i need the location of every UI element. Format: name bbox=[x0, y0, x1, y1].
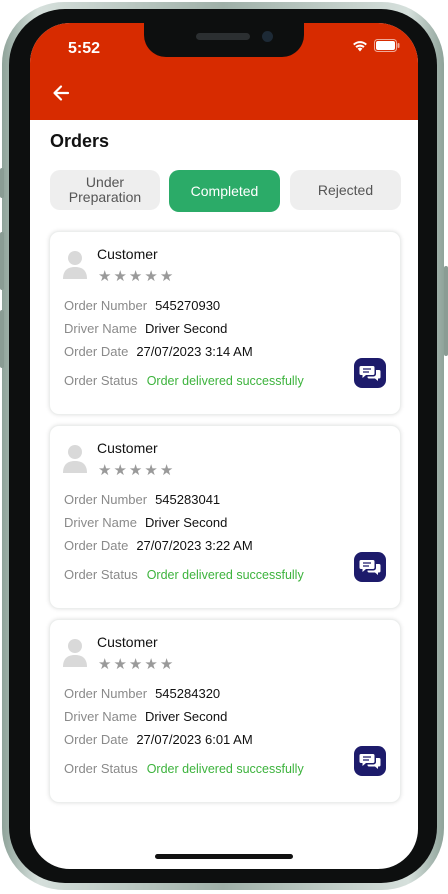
home-indicator[interactable] bbox=[155, 854, 293, 859]
order-card[interactable]: Customer ★ ★ ★ ★ ★ Order Number 545283041… bbox=[49, 425, 401, 609]
driver-name-value: Driver Second bbox=[144, 515, 228, 530]
order-number-label: Order Number bbox=[64, 298, 148, 313]
star-icon[interactable]: ★ bbox=[129, 461, 142, 479]
order-number-value: 545284320 bbox=[155, 686, 221, 701]
order-date-value: 27/07/2023 3:14 AM bbox=[136, 344, 253, 359]
star-icon[interactable]: ★ bbox=[160, 655, 173, 673]
chat-button[interactable] bbox=[354, 746, 386, 776]
order-date-label: Order Date bbox=[64, 344, 129, 359]
customer-name: Customer bbox=[97, 246, 158, 262]
notch bbox=[144, 23, 304, 57]
order-status-row: Order Status Order delivered successfully bbox=[64, 761, 304, 776]
driver-name-value: Driver Second bbox=[144, 709, 228, 724]
order-status-label: Order Status bbox=[64, 373, 138, 388]
order-tabs: Under Preparation Completed Rejected bbox=[50, 170, 401, 212]
star-icon[interactable]: ★ bbox=[144, 461, 157, 479]
star-icon[interactable]: ★ bbox=[144, 655, 157, 673]
power-button bbox=[444, 266, 448, 356]
order-date-row: Order Date 27/07/2023 6:01 AM bbox=[64, 732, 253, 747]
person-icon bbox=[63, 445, 87, 473]
mute-switch bbox=[0, 168, 4, 198]
order-status-value: Order delivered successfully bbox=[146, 762, 304, 776]
order-status-value: Order delivered successfully bbox=[146, 374, 304, 388]
order-date-label: Order Date bbox=[64, 538, 129, 553]
driver-name-value: Driver Second bbox=[144, 321, 228, 336]
person-icon bbox=[63, 251, 87, 279]
chat-bubbles-icon bbox=[359, 754, 381, 769]
speaker bbox=[196, 33, 250, 40]
driver-name-row: Driver Name Driver Second bbox=[64, 321, 227, 336]
order-date-value: 27/07/2023 3:22 AM bbox=[136, 538, 253, 553]
tab-completed[interactable]: Completed bbox=[169, 170, 280, 212]
status-time: 5:52 bbox=[68, 40, 101, 57]
driver-name-label: Driver Name bbox=[64, 709, 137, 724]
order-number-row: Order Number 545284320 bbox=[64, 686, 220, 701]
order-date-label: Order Date bbox=[64, 732, 129, 747]
order-date-value: 27/07/2023 6:01 AM bbox=[136, 732, 253, 747]
chat-bubbles-icon bbox=[359, 560, 381, 575]
rating-stars[interactable]: ★ ★ ★ ★ ★ bbox=[98, 655, 173, 673]
order-status-value: Order delivered successfully bbox=[146, 568, 304, 582]
star-icon[interactable]: ★ bbox=[160, 267, 173, 285]
order-number-value: 545270930 bbox=[155, 298, 221, 313]
order-number-label: Order Number bbox=[64, 686, 148, 701]
order-date-row: Order Date 27/07/2023 3:14 AM bbox=[64, 344, 253, 359]
order-status-row: Order Status Order delivered successfully bbox=[64, 373, 304, 388]
star-icon[interactable]: ★ bbox=[98, 461, 111, 479]
star-icon[interactable]: ★ bbox=[113, 655, 126, 673]
volume-down-button bbox=[0, 310, 4, 368]
order-number-label: Order Number bbox=[64, 492, 148, 507]
order-number-row: Order Number 545283041 bbox=[64, 492, 220, 507]
screen: 5:52 Orders Under Preparation Completed … bbox=[30, 23, 418, 869]
star-icon[interactable]: ★ bbox=[129, 655, 142, 673]
front-camera bbox=[262, 31, 273, 42]
chat-button[interactable] bbox=[354, 552, 386, 582]
driver-name-row: Driver Name Driver Second bbox=[64, 709, 227, 724]
volume-up-button bbox=[0, 232, 4, 290]
order-number-value: 545283041 bbox=[155, 492, 221, 507]
order-status-row: Order Status Order delivered successfully bbox=[64, 567, 304, 582]
star-icon[interactable]: ★ bbox=[160, 461, 173, 479]
order-status-label: Order Status bbox=[64, 567, 138, 582]
arrow-left-icon[interactable] bbox=[50, 82, 72, 104]
customer-name: Customer bbox=[97, 634, 158, 650]
order-status-label: Order Status bbox=[64, 761, 138, 776]
status-icons bbox=[352, 39, 400, 52]
order-number-row: Order Number 545270930 bbox=[64, 298, 220, 313]
driver-name-label: Driver Name bbox=[64, 321, 137, 336]
person-icon bbox=[63, 639, 87, 667]
star-icon[interactable]: ★ bbox=[113, 267, 126, 285]
wifi-icon bbox=[353, 41, 367, 52]
chat-button[interactable] bbox=[354, 358, 386, 388]
driver-name-label: Driver Name bbox=[64, 515, 137, 530]
tab-rejected[interactable]: Rejected bbox=[290, 170, 401, 210]
order-card[interactable]: Customer ★ ★ ★ ★ ★ Order Number 545270930… bbox=[49, 231, 401, 415]
page-title: Orders bbox=[50, 131, 110, 151]
star-icon[interactable]: ★ bbox=[129, 267, 142, 285]
order-date-row: Order Date 27/07/2023 3:22 AM bbox=[64, 538, 253, 553]
tab-under-preparation[interactable]: Under Preparation bbox=[50, 170, 160, 210]
chat-bubbles-icon bbox=[359, 366, 381, 381]
star-icon[interactable]: ★ bbox=[98, 267, 111, 285]
star-icon[interactable]: ★ bbox=[98, 655, 111, 673]
phone-frame: 5:52 Orders Under Preparation Completed … bbox=[0, 0, 448, 894]
battery-icon bbox=[374, 39, 400, 52]
rating-stars[interactable]: ★ ★ ★ ★ ★ bbox=[98, 461, 173, 479]
driver-name-row: Driver Name Driver Second bbox=[64, 515, 227, 530]
customer-name: Customer bbox=[97, 440, 158, 456]
star-icon[interactable]: ★ bbox=[113, 461, 126, 479]
order-card[interactable]: Customer ★ ★ ★ ★ ★ Order Number 545284320… bbox=[49, 619, 401, 803]
rating-stars[interactable]: ★ ★ ★ ★ ★ bbox=[98, 267, 173, 285]
star-icon[interactable]: ★ bbox=[144, 267, 157, 285]
